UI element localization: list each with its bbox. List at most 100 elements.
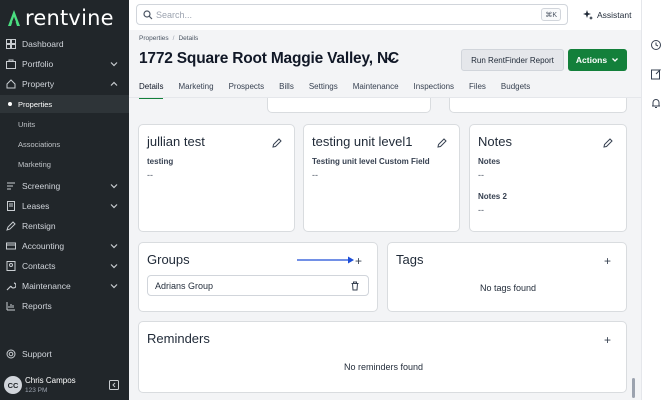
sidebar-item-label: Maintenance [22, 281, 71, 291]
tags-card: Tags + No tags found [387, 242, 627, 312]
chevron-up-icon [110, 81, 118, 86]
tab-budgets[interactable]: Budgets [501, 82, 530, 98]
field-value: -- [312, 170, 318, 180]
card-title: Tags [396, 252, 424, 267]
sidebar-item-label: Property [22, 79, 55, 89]
tab-maintenance[interactable]: Maintenance [353, 82, 399, 98]
field-label: testing [147, 157, 174, 166]
sidebar-item-accounting[interactable]: Accounting [0, 236, 129, 256]
card-title: jullian test [147, 134, 205, 149]
sidebar-item-reports[interactable]: Reports [0, 296, 129, 316]
sidebar-subitem-label: Marketing [18, 159, 51, 169]
sidebar-subitem-label: Units [18, 119, 36, 129]
rentvine-logo[interactable]: rentvine [6, 6, 114, 30]
property-tabs: Details Marketing Prospects Bills Settin… [139, 82, 530, 99]
reminders-card: Reminders + No reminders found [138, 321, 627, 393]
pencil-icon[interactable] [603, 138, 613, 148]
tab-files[interactable]: Files [469, 82, 486, 98]
page-title: 1772 Square Root Maggie Valley, NC [139, 50, 399, 67]
logo-text: rentvine [25, 6, 114, 30]
scrollbar[interactable] [632, 378, 635, 398]
topbar: ⌘K Assistant [129, 0, 661, 30]
sidebar-item-dashboard[interactable]: Dashboard [0, 34, 129, 54]
sidebar-item-property[interactable]: Property [0, 74, 129, 94]
sidebar-subitem-label: Associations [18, 139, 61, 149]
chevron-down-icon[interactable] [385, 54, 397, 66]
chevron-down-icon [110, 62, 118, 67]
sidebar-item-label: Portfolio [22, 59, 54, 69]
history-icon[interactable] [650, 39, 662, 51]
add-reminder-button[interactable]: + [604, 334, 611, 346]
chevron-down-icon [110, 204, 118, 209]
actions-label: Actions [575, 55, 608, 65]
tab-details[interactable]: Details [139, 82, 164, 99]
sidebar-subitem-properties[interactable]: Properties [0, 95, 129, 113]
edit-note-icon[interactable] [650, 68, 662, 80]
group-item[interactable]: Adrians Group [147, 275, 369, 296]
tab-marketing[interactable]: Marketing [178, 82, 213, 98]
tab-prospects[interactable]: Prospects [229, 82, 265, 98]
right-rail [641, 0, 670, 400]
chevron-down-icon [110, 264, 118, 269]
search-input[interactable] [156, 8, 536, 22]
card-title: Notes [478, 134, 512, 149]
field-value: -- [478, 170, 484, 180]
groups-card: Groups + Adrians Group [138, 242, 378, 312]
group-name: Adrians Group [155, 280, 214, 291]
add-group-button[interactable]: + [355, 255, 362, 267]
breadcrumb-details: Details [178, 35, 199, 42]
partial-card [449, 98, 627, 113]
sidebar-item-label: Reports [22, 301, 52, 311]
sidebar-item-support[interactable]: Support [0, 344, 129, 364]
sidebar-item-maintenance[interactable]: Maintenance [0, 276, 129, 296]
sidebar-item-portfolio[interactable]: Portfolio [0, 54, 129, 74]
bell-icon[interactable] [650, 97, 662, 109]
search-box[interactable]: ⌘K [136, 4, 568, 25]
tab-settings[interactable]: Settings [309, 82, 338, 98]
sidebar-subitem-associations[interactable]: Associations [0, 135, 129, 153]
home-icon [5, 78, 17, 90]
chevron-down-icon [110, 184, 118, 189]
sidebar-subitem-units[interactable]: Units [0, 115, 129, 133]
assistant-label: Assistant [597, 10, 632, 20]
sidebar-item-label: Rentsign [22, 221, 56, 231]
pencil-icon[interactable] [437, 138, 447, 148]
breadcrumb-properties[interactable]: Properties [139, 35, 169, 42]
sidebar-item-screening[interactable]: Screening [0, 176, 129, 196]
dashboard-icon [5, 38, 17, 50]
actions-button[interactable]: Actions [568, 49, 627, 71]
custom-field-card-unit-level: testing unit level1 Testing unit level C… [303, 124, 460, 232]
field-value: -- [147, 170, 153, 180]
field-label: Testing unit level Custom Field [312, 157, 430, 166]
arrow-annotation [297, 256, 354, 264]
user-subtext: 123 PM [25, 387, 48, 394]
sidebar-item-label: Leases [22, 201, 50, 211]
tab-bills[interactable]: Bills [279, 82, 294, 98]
sidebar-item-label: Contacts [22, 261, 56, 271]
partial-card [267, 98, 431, 113]
collapse-sidebar-icon[interactable] [109, 380, 119, 390]
contacts-icon [5, 260, 17, 272]
sidebar-item-rentsign[interactable]: Rentsign [0, 216, 129, 236]
breadcrumb-separator: / [172, 35, 175, 42]
support-icon [5, 348, 17, 360]
page-header: Properties / Details 1772 Square Root Ma… [129, 30, 641, 99]
sidebar-item-leases[interactable]: Leases [0, 196, 129, 216]
run-rentfinder-report-button[interactable]: Run RentFinder Report [461, 49, 564, 71]
sidebar-subitem-label: Properties [18, 99, 53, 109]
sidebar-item-label: Support [22, 349, 52, 359]
user-name: Chris Campos [25, 376, 76, 385]
user-profile[interactable]: CC Chris Campos 123 PM [0, 370, 129, 400]
details-content: jullian test testing -- testing unit lev… [129, 98, 641, 400]
field-value: -- [478, 205, 484, 215]
add-tag-button[interactable]: + [604, 255, 611, 267]
sidebar-subitem-marketing[interactable]: Marketing [0, 155, 129, 173]
trash-icon[interactable] [350, 281, 360, 291]
sidebar-item-contacts[interactable]: Contacts [0, 256, 129, 276]
pencil-icon[interactable] [272, 138, 282, 148]
no-tags-message: No tags found [479, 283, 537, 293]
assistant-button[interactable]: Assistant [583, 8, 632, 22]
card-title: Groups [147, 252, 190, 267]
portfolio-icon [5, 58, 17, 70]
tab-inspections[interactable]: Inspections [414, 82, 454, 98]
